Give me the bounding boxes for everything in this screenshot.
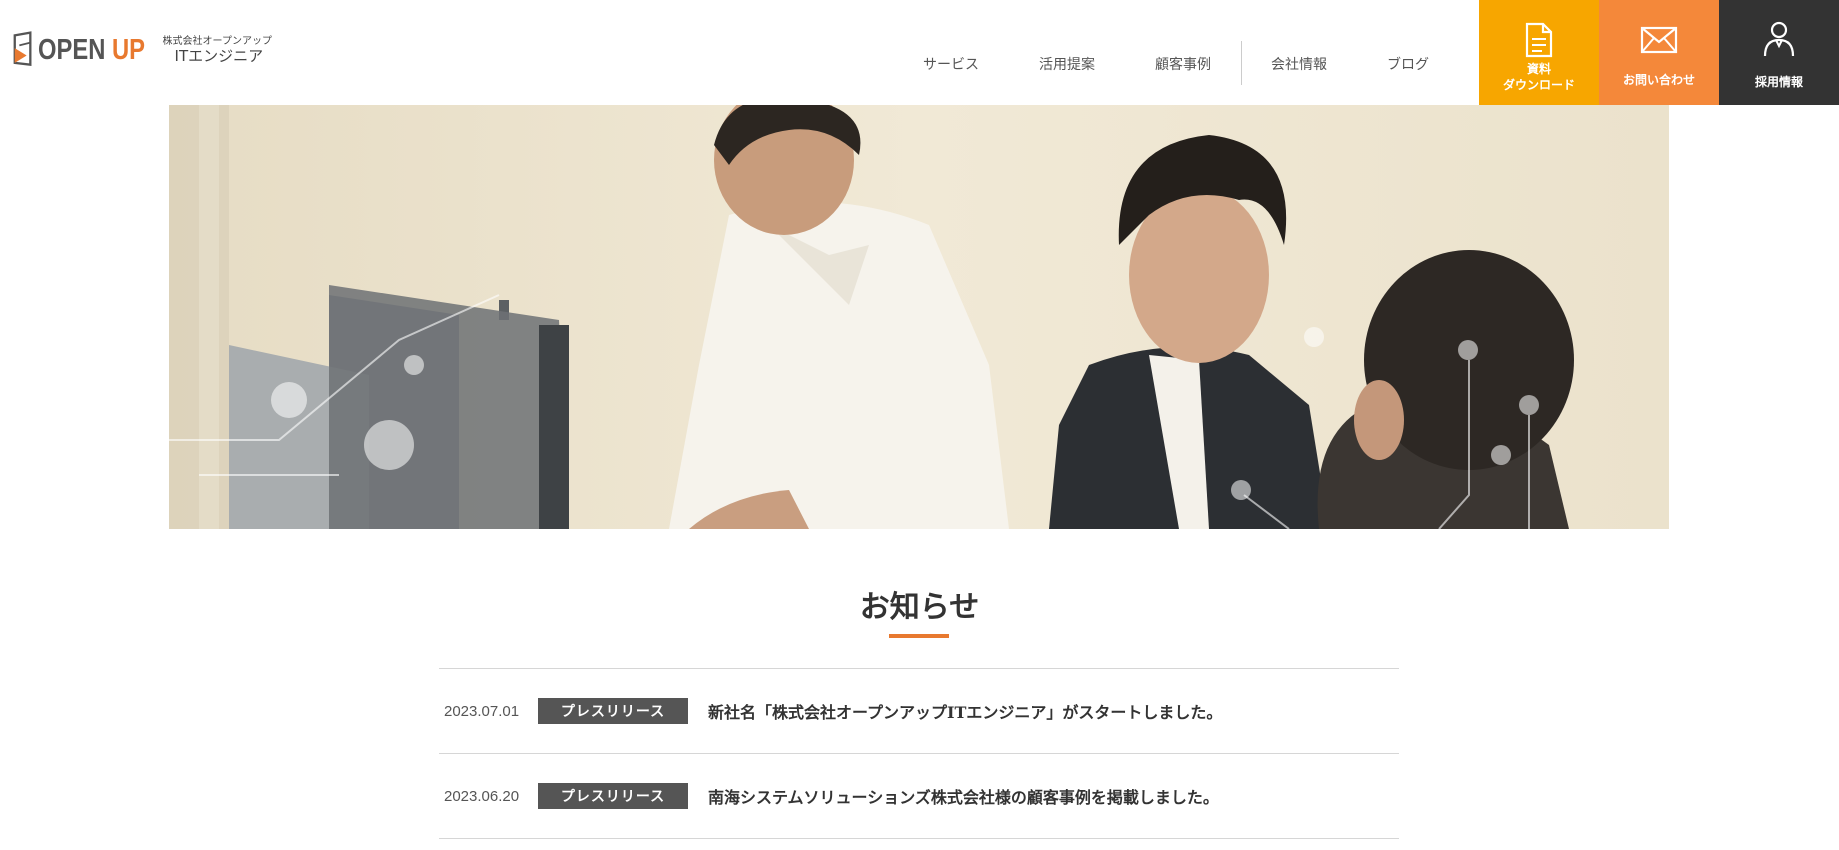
download-button[interactable]: 資料 ダウンロード	[1479, 0, 1599, 105]
news-title[interactable]: 新社名「株式会社オープンアップITエンジニア」がスタートしました。	[708, 699, 1222, 723]
divider	[439, 838, 1399, 839]
news-date: 2023.07.01	[444, 702, 520, 720]
news-item[interactable]: 2023.06.20 プレスリリース 南海システムソリューションズ株式会社様の顧…	[439, 754, 1399, 838]
hero-photo	[169, 105, 1669, 529]
news-item[interactable]: 2023.07.01 プレスリリース 新社名「株式会社オープンアップITエンジニ…	[439, 669, 1399, 753]
contact-button[interactable]: お問い合わせ	[1599, 0, 1719, 105]
nav-item-blog[interactable]: ブログ	[1387, 54, 1429, 74]
contact-button-label: お問い合わせ	[1622, 73, 1695, 87]
nav-item-proposal[interactable]: 活用提案	[1039, 54, 1095, 74]
mail-icon	[1640, 26, 1678, 54]
news-category-badge: プレスリリース	[538, 698, 688, 724]
download-button-label: 資料 ダウンロード	[1502, 62, 1575, 93]
news-section-title: お知らせ	[859, 590, 980, 625]
company-name-small: 株式会社オープンアップ	[162, 35, 272, 47]
recruit-button[interactable]: 採用情報	[1719, 0, 1839, 105]
title-underline	[889, 634, 949, 638]
news-category-badge: プレスリリース	[538, 783, 688, 809]
hero-image	[169, 105, 1669, 529]
site-header: OPEN UP 株式会社オープンアップ ITエンジニア サービス 活用提案 顧客…	[0, 0, 1839, 105]
nav-divider	[1241, 41, 1242, 85]
news-list: 2023.07.01 プレスリリース 新社名「株式会社オープンアップITエンジニ…	[439, 668, 1399, 839]
news-date: 2023.06.20	[444, 787, 520, 805]
logo-door-icon	[13, 31, 32, 66]
nav-item-company[interactable]: 会社情報	[1271, 54, 1327, 74]
person-icon	[1763, 21, 1795, 57]
recruit-button-label: 採用情報	[1754, 75, 1803, 89]
site-logo[interactable]: OPEN UP 株式会社オープンアップ ITエンジニア	[12, 30, 272, 70]
nav-item-case-studies[interactable]: 顧客事例	[1155, 54, 1211, 74]
logo-wordmark: OPEN UP	[38, 33, 146, 66]
document-icon	[1525, 22, 1553, 58]
news-title[interactable]: 南海システムソリューションズ株式会社様の顧客事例を掲載しました。	[708, 784, 1219, 808]
company-name-large: ITエンジニア	[174, 46, 264, 65]
nav-item-service[interactable]: サービス	[923, 54, 979, 74]
